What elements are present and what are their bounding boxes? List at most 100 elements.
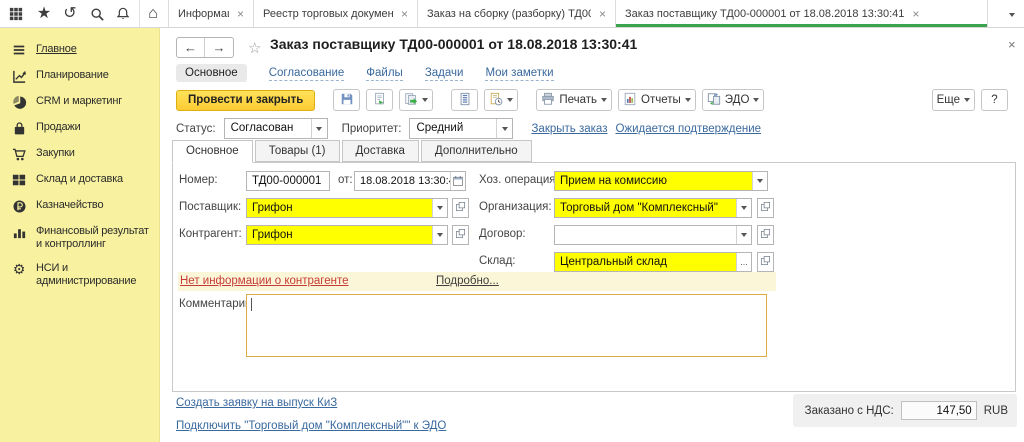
- favorite-star-icon[interactable]: ☆: [248, 39, 261, 57]
- sidebar-item-prodazhi[interactable]: Продажи: [0, 115, 159, 141]
- contract-open-button[interactable]: [757, 225, 774, 245]
- create-kiz-request-link[interactable]: Создать заявку на выпуск КиЗ: [176, 397, 337, 409]
- form-nav-links: Основное Согласование Файлы Задачи Мои з…: [176, 63, 554, 83]
- print-button[interactable]: Печать: [536, 89, 612, 111]
- chevron-down-icon: [753, 98, 759, 102]
- dropdown-button[interactable]: [432, 226, 447, 244]
- operation-select[interactable]: Прием на комиссию: [554, 171, 768, 191]
- total-amount-field[interactable]: 147,50: [901, 401, 977, 420]
- tab-close-icon[interactable]: ×: [237, 8, 244, 20]
- tab-close-icon[interactable]: ×: [599, 8, 606, 20]
- doc-tab-dostavka[interactable]: Доставка: [342, 140, 419, 162]
- post-document-icon: [373, 92, 387, 109]
- doc-tab-osnovnoe[interactable]: Основное: [172, 140, 253, 163]
- tab-zakaz-sborku[interactable]: Заказ на сборку (разборку) ТД00-000001 о…: [418, 0, 616, 27]
- post-document-button[interactable]: [366, 89, 393, 111]
- comment-input[interactable]: [246, 294, 767, 357]
- forward-button[interactable]: →: [205, 38, 233, 57]
- confirmation-status-link[interactable]: Ожидается подтверждение: [615, 123, 761, 135]
- document-register-button[interactable]: [451, 89, 478, 111]
- nav-link-osnovnoe[interactable]: Основное: [176, 64, 247, 82]
- nav-link-zametki[interactable]: Мои заметки: [485, 66, 553, 81]
- organization-label: Организация:: [479, 201, 552, 213]
- doc-tab-tovary[interactable]: Товары (1): [255, 140, 340, 162]
- reports-label: Отчеты: [641, 94, 681, 106]
- sidebar-item-finrezultat[interactable]: Финансовый результат и контроллинг: [0, 219, 159, 256]
- supplier-select[interactable]: Грифон: [246, 198, 448, 218]
- ellipsis-button[interactable]: ...: [736, 253, 751, 271]
- organization-select[interactable]: Торговый дом "Комплексный": [554, 198, 752, 218]
- chevron-down-icon: [964, 98, 970, 102]
- sidebar-item-sklad[interactable]: Склад и доставка: [0, 167, 159, 193]
- form-close-icon[interactable]: ×: [1008, 37, 1016, 52]
- chevron-down-icon: [601, 98, 607, 102]
- edo-button[interactable]: ЭДО: [702, 89, 765, 111]
- save-button[interactable]: [333, 89, 360, 111]
- more-label: Еще: [937, 94, 960, 106]
- dropdown-button[interactable]: [736, 226, 751, 244]
- dropdown-button[interactable]: [432, 199, 447, 217]
- number-input[interactable]: ТД00-000001: [246, 171, 330, 191]
- open-in-window-icon: [760, 253, 771, 271]
- no-counterparty-info-link[interactable]: Нет информации о контрагенте: [180, 275, 349, 287]
- dropdown-button[interactable]: [496, 119, 512, 138]
- history-button[interactable]: ↺: [58, 3, 82, 25]
- dropdown-button[interactable]: [752, 172, 767, 190]
- search-button[interactable]: [85, 3, 109, 25]
- create-based-on-button[interactable]: [399, 89, 433, 111]
- sidebar-item-planirovanie[interactable]: Планирование: [0, 63, 159, 89]
- contract-select[interactable]: [554, 225, 752, 245]
- status-select[interactable]: Согласован: [224, 118, 328, 139]
- favorites-button[interactable]: ★: [32, 3, 56, 25]
- notifications-button[interactable]: [111, 3, 135, 25]
- document-log-button[interactable]: [484, 89, 518, 111]
- nav-link-soglasovanie[interactable]: Согласование: [269, 66, 345, 81]
- create-based-on-icon: [404, 92, 418, 109]
- tab-close-icon[interactable]: ×: [912, 8, 919, 20]
- close-order-link[interactable]: Закрыть заказ: [531, 123, 607, 135]
- doc-tab-dopolnitelno[interactable]: Дополнительно: [421, 140, 532, 162]
- sidebar-item-kaznacheystvo[interactable]: Казначейство: [0, 193, 159, 219]
- open-in-window-icon: [455, 199, 466, 217]
- sidebar-item-nsi[interactable]: ⚙ НСИ и администрирование: [0, 256, 159, 293]
- sidebar-item-glavnoe[interactable]: Главное: [0, 37, 159, 63]
- planning-chart-icon: [11, 68, 27, 84]
- reports-button[interactable]: Отчеты: [618, 89, 696, 111]
- back-button[interactable]: ←: [177, 38, 205, 57]
- counterparty-open-button[interactable]: [452, 225, 469, 245]
- sidebar-item-zakupki[interactable]: Закупки: [0, 141, 159, 167]
- sidebar-item-crm[interactable]: CRM и маркетинг: [0, 89, 159, 115]
- counterparty-select[interactable]: Грифон: [246, 225, 448, 245]
- warehouse-select[interactable]: Центральный склад ...: [554, 252, 752, 272]
- nav-link-zadachi[interactable]: Задачи: [425, 66, 464, 81]
- status-label: Статус:: [176, 123, 216, 135]
- nav-link-faily[interactable]: Файлы: [366, 66, 403, 81]
- tab-zakaz-postavschiku[interactable]: Заказ поставщику ТД00-000001 от 18.08.20…: [616, 0, 988, 27]
- status-row: Статус: Согласован Приоритет: Средний За…: [176, 118, 761, 139]
- tab-list-dropdown[interactable]: [1004, 8, 1020, 22]
- tab-informacia[interactable]: Информация ×: [168, 0, 254, 27]
- post-and-close-button[interactable]: Провести и закрыть: [176, 90, 315, 111]
- tab-reestr[interactable]: Реестр торговых документов ×: [254, 0, 418, 27]
- home-button[interactable]: ⌂: [139, 0, 166, 27]
- dropdown-button[interactable]: [311, 119, 327, 138]
- priority-select[interactable]: Средний: [409, 118, 513, 139]
- chevron-down-icon: [741, 206, 747, 210]
- app-window: ★ ↺ ⌂ Информация × Реестр торговых докум…: [0, 0, 1024, 442]
- date-input[interactable]: 18.08.2018 13:30:41: [354, 171, 466, 191]
- open-in-window-icon: [760, 199, 771, 217]
- warehouse-open-button[interactable]: [757, 252, 774, 272]
- dropdown-button[interactable]: [736, 199, 751, 217]
- chevron-down-icon: [507, 98, 513, 102]
- start-menu-button[interactable]: [4, 3, 28, 25]
- connect-edo-link[interactable]: Подключить "Торговый дом "Комплексный"" …: [176, 420, 446, 432]
- organization-open-button[interactable]: [757, 198, 774, 218]
- chevron-down-icon: [1009, 13, 1015, 17]
- calendar-icon[interactable]: [450, 172, 465, 190]
- more-button[interactable]: Еще: [932, 89, 975, 111]
- supplier-open-button[interactable]: [452, 198, 469, 218]
- help-button[interactable]: ?: [981, 89, 1008, 111]
- details-link[interactable]: Подробно...: [436, 275, 499, 287]
- tab-close-icon[interactable]: ×: [401, 8, 408, 20]
- edo-label: ЭДО: [725, 94, 750, 106]
